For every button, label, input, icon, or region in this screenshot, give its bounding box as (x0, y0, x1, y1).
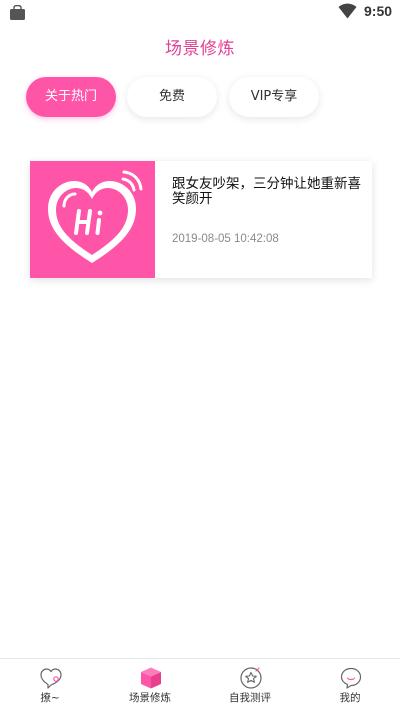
nav-item-scene-training[interactable]: 场景修炼 (100, 659, 200, 710)
article-date: 2019-08-05 10:42:08 (172, 233, 279, 245)
status-bar: 9:50 (0, 0, 400, 26)
hi-heart-icon (48, 170, 143, 263)
nav-item-self-assessment[interactable]: 自我测评 (200, 659, 300, 710)
shopping-bag-icon (10, 5, 25, 20)
nav-item-mine[interactable]: 我的 (300, 659, 400, 710)
tab-hot[interactable]: 关于热门 (26, 77, 116, 117)
nav-label-flirt: 撩~ (40, 692, 60, 704)
bottom-navigation: 撩~ 场景修炼 自我测评 我的 (0, 658, 400, 710)
tab-free[interactable]: 免费 (127, 77, 217, 117)
tab-vip[interactable]: VIP专享 (229, 77, 319, 117)
wifi-icon (338, 3, 357, 19)
article-thumbnail (30, 161, 155, 278)
star-circle-icon (240, 667, 262, 689)
heart-chat-icon (40, 668, 62, 689)
page-title: 场景修炼 (165, 39, 235, 59)
article-title: 跟女友吵架，三分钟让她重新喜笑颜开 (172, 176, 361, 207)
cube-icon (141, 667, 161, 689)
nav-label-self-assessment: 自我测评 (229, 692, 271, 704)
nav-label-mine: 我的 (339, 692, 361, 704)
article-card[interactable]: 跟女友吵架，三分钟让她重新喜笑颜开 2019-08-05 10:42:08 (30, 161, 372, 278)
nav-item-flirt[interactable]: 撩~ (0, 659, 100, 710)
status-time: 9:50 (364, 3, 393, 19)
profile-chat-icon (340, 667, 362, 689)
nav-label-scene-training: 场景修炼 (129, 692, 171, 704)
